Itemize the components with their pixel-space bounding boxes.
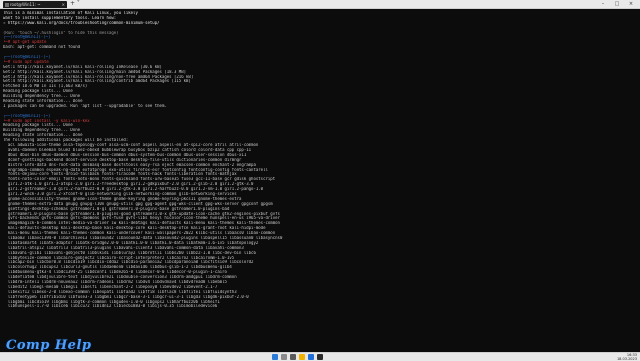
- terminal-line: libhunspell-1.7-0 libice6 libicu72 libid…: [3, 304, 218, 309]
- close-tab-icon[interactable]: ×: [62, 1, 65, 8]
- search-icon[interactable]: [281, 354, 287, 360]
- task-view-icon[interactable]: [290, 354, 296, 360]
- terminal-tab[interactable]: root@Win11: ~ ×: [3, 1, 67, 8]
- file-explorer-icon[interactable]: [299, 354, 305, 360]
- terminal-lines: This is a minimal installation of Kali L…: [3, 11, 637, 309]
- close-window-button[interactable]: ×: [624, 0, 638, 8]
- tab-title: root@Win11: ~: [10, 2, 41, 7]
- edge-icon[interactable]: [308, 354, 314, 360]
- maximize-button[interactable]: □: [610, 0, 624, 8]
- terminal-app-icon[interactable]: [317, 354, 323, 360]
- new-tab-button[interactable]: + ˅: [70, 0, 80, 8]
- taskbar-apps: [272, 354, 323, 360]
- terminal-icon: [5, 3, 9, 7]
- start-icon[interactable]: [272, 354, 278, 360]
- minimize-button[interactable]: –: [596, 0, 610, 8]
- window-titlebar: root@Win11: ~ × + ˅ – □ ×: [0, 0, 640, 9]
- watermark-logo: Comp Help: [6, 338, 92, 353]
- window-controls: – □ ×: [596, 0, 638, 8]
- terminal-output-area[interactable]: This is a minimal installation of Kali L…: [0, 9, 640, 352]
- clock-date: 18.03.2023: [616, 357, 637, 361]
